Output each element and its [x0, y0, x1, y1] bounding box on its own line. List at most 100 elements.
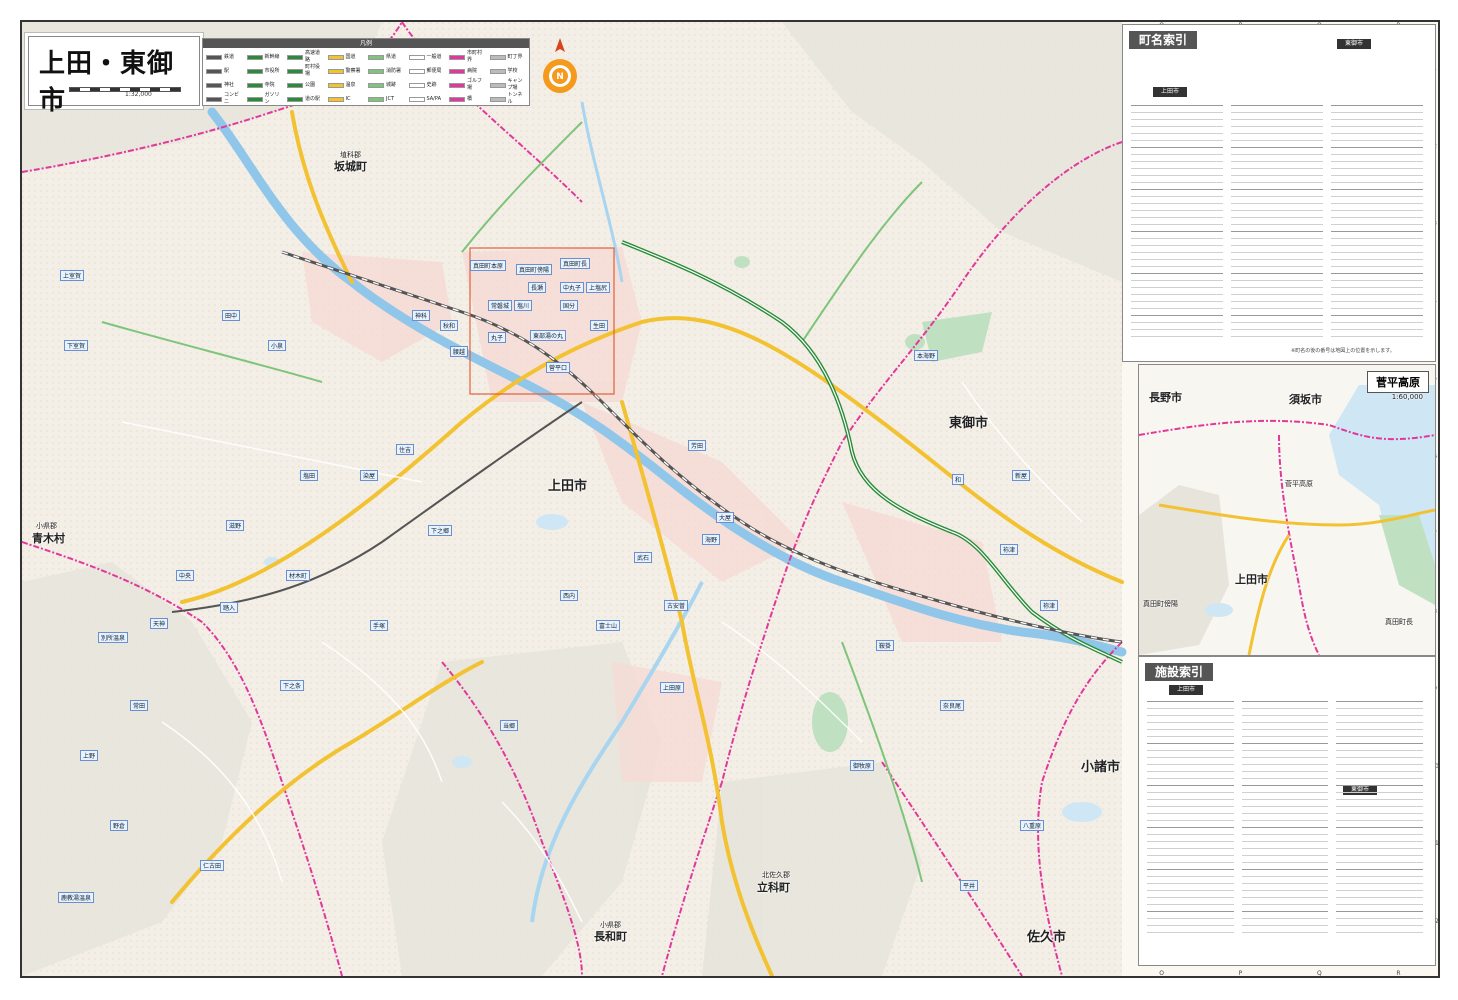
sugadaira-inset[interactable]: 菅平高原 1:60,000 長野市 須坂市 上田市 菅平高原 真田町傍陽 真田町…	[1138, 364, 1436, 656]
facility-index-ueda-tab[interactable]: 上田市	[1169, 685, 1204, 695]
place-label[interactable]: 奈良尾	[940, 700, 965, 711]
index-line	[1147, 883, 1234, 884]
place-label[interactable]: 腰越	[450, 346, 469, 357]
place-label[interactable]: 野倉	[110, 820, 129, 831]
place-label[interactable]: 本海野	[914, 350, 939, 361]
index-line	[1241, 918, 1329, 919]
place-label[interactable]: 滋野	[226, 520, 245, 531]
place-label[interactable]: 塩田	[300, 470, 319, 481]
place-label[interactable]: 塩川	[514, 300, 533, 311]
index-line	[1147, 918, 1234, 919]
index-line	[1331, 294, 1423, 295]
legend-label: 高速道路	[305, 50, 321, 63]
place-label[interactable]: 当郷	[500, 720, 519, 731]
place-label[interactable]: 手塚	[370, 620, 389, 631]
index-line	[1231, 154, 1323, 155]
place-label[interactable]: 大屋	[716, 512, 735, 523]
facility-index-heading: 施設索引	[1145, 663, 1214, 681]
place-label[interactable]: 上野	[80, 750, 99, 761]
legend-label: トンネル	[507, 92, 523, 105]
legend-item: JCT	[368, 92, 405, 106]
index-line	[1241, 820, 1329, 821]
place-label[interactable]: 長瀬	[528, 282, 547, 293]
place-label[interactable]: 真田町本原	[470, 260, 507, 271]
place-label[interactable]: 丸子	[488, 332, 507, 343]
index-line	[1336, 771, 1423, 772]
place-label[interactable]: 富士山	[596, 620, 621, 631]
index-line	[1331, 196, 1423, 197]
index-line	[1131, 161, 1223, 162]
place-label[interactable]: 中丸子	[560, 282, 585, 293]
legend-item: 史跡	[408, 78, 446, 92]
place-label[interactable]: 国分	[560, 300, 579, 311]
index-line	[1336, 827, 1423, 828]
place-label[interactable]: 御牧原	[850, 760, 875, 771]
place-label[interactable]: 天神	[150, 618, 169, 629]
place-label[interactable]: 踏入	[220, 602, 239, 613]
place-label[interactable]: 生田	[590, 320, 609, 331]
index-line	[1241, 890, 1329, 891]
place-label[interactable]: 常田	[130, 700, 149, 711]
index-line	[1331, 336, 1423, 337]
facility-index-tomi-tab[interactable]: 東御市	[1343, 785, 1378, 795]
place-label[interactable]: 別所温泉	[98, 632, 129, 643]
inset-label-soehi: 真田町傍陽	[1143, 600, 1178, 608]
place-label[interactable]: 中央	[176, 570, 195, 581]
index-line	[1241, 799, 1329, 800]
place-label[interactable]: 住吉	[396, 444, 415, 455]
place-label[interactable]: 真田町傍陽	[516, 264, 553, 275]
inset-label-osa: 真田町長	[1385, 618, 1413, 626]
place-label[interactable]: 袮津	[1000, 544, 1019, 555]
place-label[interactable]: 下之条	[280, 680, 305, 691]
place-label[interactable]: 上田原	[660, 682, 685, 693]
legend-label: 寺院	[264, 81, 275, 88]
place-label[interactable]: 仁古田	[200, 860, 225, 871]
place-label[interactable]: 下室賀	[64, 340, 89, 351]
place-label[interactable]: 上塩尻	[586, 282, 611, 293]
place-label[interactable]: 芳田	[688, 440, 707, 451]
index-line	[1336, 841, 1423, 842]
place-label[interactable]: 八重原	[1020, 820, 1045, 831]
place-label[interactable]: 菅平口	[546, 362, 571, 373]
place-label[interactable]: 常磐城	[488, 300, 513, 311]
place-label[interactable]: 神科	[412, 310, 431, 321]
index-line	[1231, 161, 1323, 162]
index-line	[1241, 932, 1329, 933]
index-line	[1331, 154, 1423, 155]
place-label[interactable]: 材木町	[286, 570, 311, 581]
place-label[interactable]: 上室賀	[60, 270, 85, 281]
place-label[interactable]: 鹿教湯温泉	[58, 892, 95, 903]
legend-swatch-icon	[246, 82, 263, 88]
index-line	[1331, 210, 1423, 211]
index-line	[1336, 785, 1423, 786]
place-label[interactable]: 染屋	[360, 470, 379, 481]
place-label[interactable]: 下之郷	[428, 525, 453, 536]
place-label[interactable]: 小泉	[268, 340, 287, 351]
place-label[interactable]: 海野	[702, 534, 721, 545]
index-line	[1331, 105, 1423, 106]
place-label[interactable]: 東部湯の丸	[530, 330, 567, 341]
place-label[interactable]: 西内	[560, 590, 579, 601]
index-line	[1131, 259, 1223, 260]
place-label[interactable]: 武石	[634, 552, 653, 563]
place-label[interactable]: 和	[952, 474, 965, 485]
town-index-ueda-tab[interactable]: 上田市	[1153, 87, 1188, 97]
index-line	[1131, 196, 1223, 197]
place-label[interactable]: 秋和	[440, 320, 459, 331]
place-label[interactable]: 新屋	[1012, 470, 1031, 481]
place-label[interactable]: 祢津	[1040, 600, 1059, 611]
place-label[interactable]: 鞍掛	[876, 640, 895, 651]
legend-label: 公園	[305, 81, 316, 88]
place-label[interactable]: 田中	[222, 310, 241, 321]
place-label[interactable]: 古安曽	[664, 600, 689, 611]
index-line	[1231, 322, 1323, 323]
index-line	[1147, 848, 1234, 849]
index-line	[1331, 329, 1423, 330]
place-label[interactable]: 平井	[960, 880, 979, 891]
index-line	[1131, 119, 1223, 120]
index-line	[1336, 806, 1423, 807]
legend-swatch-icon	[246, 54, 263, 60]
town-index-tomi-tab[interactable]: 東御市	[1337, 39, 1372, 49]
inset-label-sugadaira: 菅平高原	[1285, 480, 1313, 488]
place-label[interactable]: 真田町長	[560, 258, 591, 269]
